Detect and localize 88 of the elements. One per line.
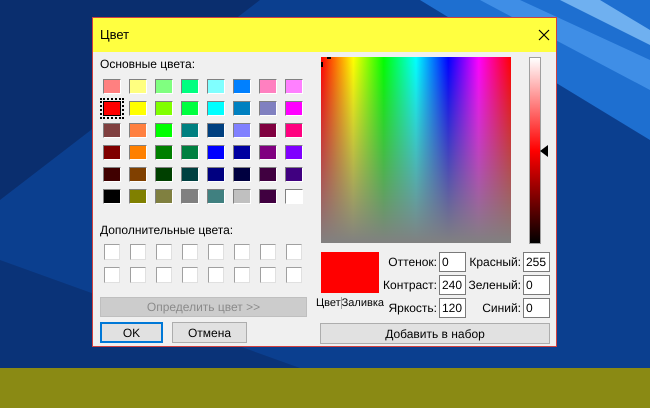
- color-swatch[interactable]: [207, 167, 225, 182]
- input-field[interactable]: 240: [439, 275, 466, 295]
- color-swatch[interactable]: [259, 79, 277, 94]
- input-field[interactable]: 120: [439, 298, 466, 318]
- color-swatch[interactable]: [156, 267, 172, 283]
- color-swatch[interactable]: [155, 167, 173, 182]
- input-field[interactable]: 255: [523, 252, 550, 272]
- color-swatch[interactable]: [182, 244, 198, 260]
- color-swatch[interactable]: [285, 145, 303, 160]
- color-swatch[interactable]: [233, 145, 251, 160]
- color-swatch[interactable]: [181, 189, 199, 204]
- color-swatch[interactable]: [155, 101, 173, 116]
- color-swatch[interactable]: [155, 79, 173, 94]
- color-swatch[interactable]: [285, 101, 303, 116]
- color-swatch[interactable]: [130, 267, 146, 283]
- color-swatch[interactable]: [259, 167, 277, 182]
- section-label: Основные цвета:: [100, 57, 196, 72]
- color-swatch[interactable]: [259, 123, 277, 138]
- color-swatch[interactable]: [208, 244, 224, 260]
- field-label: Красный:: [468, 254, 522, 271]
- field-label: Контраст:: [383, 277, 438, 294]
- color-swatch[interactable]: [285, 123, 303, 138]
- field-label: Синий:: [481, 300, 522, 317]
- color-swatch[interactable]: [233, 79, 251, 94]
- color-swatch[interactable]: [155, 123, 173, 138]
- section-label: Дополнительные цвета:: [100, 223, 234, 238]
- color-swatch[interactable]: [155, 189, 173, 204]
- color-swatch[interactable]: [259, 101, 277, 116]
- ok-button[interactable]: OK: [100, 322, 163, 343]
- color-swatch[interactable]: [207, 145, 225, 160]
- color-swatch[interactable]: [130, 244, 146, 260]
- cancel-button[interactable]: Отмена: [172, 322, 247, 343]
- color-swatch[interactable]: [129, 101, 147, 116]
- color-swatch[interactable]: [181, 145, 199, 160]
- color-swatch[interactable]: [260, 267, 276, 283]
- color-swatch[interactable]: [233, 189, 251, 204]
- color-swatch[interactable]: [233, 167, 251, 182]
- color-swatch[interactable]: [259, 189, 277, 204]
- color-swatch[interactable]: [207, 123, 225, 138]
- color-swatch[interactable]: [129, 167, 147, 182]
- color-swatch[interactable]: [181, 167, 199, 182]
- input-field[interactable]: 0: [523, 298, 550, 318]
- color-swatch[interactable]: [286, 244, 302, 260]
- color-swatch[interactable]: [104, 267, 120, 283]
- color-swatch[interactable]: [129, 189, 147, 204]
- field-label: Оттенок:: [387, 254, 438, 271]
- luminance-arrow-icon[interactable]: [540, 144, 548, 156]
- color-swatch[interactable]: [182, 267, 198, 283]
- color-swatch[interactable]: [285, 79, 303, 94]
- color-swatch[interactable]: [103, 101, 121, 116]
- color-spectrum[interactable]: [321, 57, 511, 243]
- color-swatch[interactable]: [208, 267, 224, 283]
- close-icon[interactable]: [538, 29, 550, 41]
- color-swatch[interactable]: [104, 244, 120, 260]
- color-swatch[interactable]: [259, 145, 277, 160]
- color-swatch[interactable]: [233, 101, 251, 116]
- color-swatch[interactable]: [207, 101, 225, 116]
- color-swatch[interactable]: [155, 145, 173, 160]
- color-swatch[interactable]: [233, 123, 251, 138]
- color-swatch[interactable]: [234, 244, 250, 260]
- color-swatch[interactable]: [181, 79, 199, 94]
- color-swatch[interactable]: [103, 189, 121, 204]
- add-to-custom-button[interactable]: Добавить в набор: [320, 323, 550, 344]
- color-swatch[interactable]: [285, 167, 303, 182]
- color-swatch[interactable]: [234, 267, 250, 283]
- color-swatch[interactable]: [207, 189, 225, 204]
- color-swatch[interactable]: [207, 79, 225, 94]
- color-swatch[interactable]: [103, 79, 121, 94]
- preview-label: Заливка: [342, 296, 384, 311]
- color-swatch[interactable]: [181, 123, 199, 138]
- input-field[interactable]: 0: [523, 275, 550, 295]
- field-label: Яркость:: [388, 300, 438, 317]
- preview-label: Цвет: [316, 296, 341, 311]
- luminance-bar[interactable]: [529, 57, 541, 244]
- color-swatch[interactable]: [260, 244, 276, 260]
- color-swatch[interactable]: [285, 189, 303, 204]
- color-swatch[interactable]: [156, 244, 172, 260]
- color-swatch[interactable]: [129, 79, 147, 94]
- color-swatch[interactable]: [181, 101, 199, 116]
- color-swatch[interactable]: [286, 267, 302, 283]
- color-swatch[interactable]: [103, 123, 121, 138]
- color-swatch[interactable]: [129, 145, 147, 160]
- color-swatch[interactable]: [129, 123, 147, 138]
- field-label: Зеленый:: [468, 277, 522, 294]
- color-swatch[interactable]: [103, 145, 121, 160]
- input-field[interactable]: 0: [439, 252, 466, 272]
- color-swatch[interactable]: [103, 167, 121, 182]
- window-title: Цвет: [100, 26, 130, 44]
